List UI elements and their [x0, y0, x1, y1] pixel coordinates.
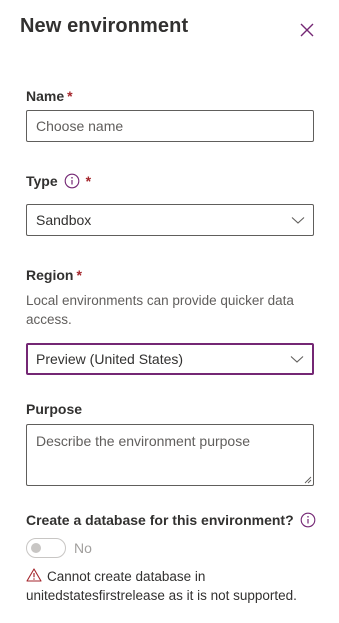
warning-icon: [26, 568, 42, 582]
region-required-mark: *: [76, 267, 82, 283]
name-label: Name *: [26, 88, 73, 104]
close-icon: [300, 23, 314, 37]
database-label-text: Create a database for this environment?: [26, 512, 294, 528]
type-label-text: Type: [26, 173, 58, 189]
chevron-down-icon: [290, 356, 304, 363]
name-required-mark: *: [67, 88, 73, 104]
close-button[interactable]: [296, 19, 318, 41]
purpose-textarea[interactable]: Describe the environment purpose: [26, 424, 314, 486]
type-required-mark: *: [85, 173, 92, 189]
info-icon[interactable]: [64, 173, 80, 189]
panel-title: New environment: [20, 15, 189, 37]
purpose-placeholder: Describe the environment purpose: [36, 433, 251, 449]
name-input[interactable]: Choose name: [26, 110, 314, 142]
region-label-text: Region: [26, 267, 74, 283]
new-environment-panel: New environment Name * Choose name Type *…: [0, 0, 339, 623]
region-dropdown[interactable]: Preview (United States): [26, 343, 314, 375]
purpose-label-text: Purpose: [26, 401, 83, 417]
database-warning: Cannot create database in unitedstatesfi…: [26, 567, 321, 605]
type-label: Type *: [26, 173, 91, 189]
type-selected-value: Sandbox: [36, 212, 92, 228]
chevron-down-icon: [291, 217, 305, 224]
database-warning-text: Cannot create database in unitedstatesfi…: [26, 569, 297, 603]
region-label: Region *: [26, 267, 82, 283]
database-label: Create a database for this environment?: [26, 512, 316, 528]
resize-grip-icon[interactable]: [304, 476, 312, 484]
region-helper-text: Local environments can provide quicker d…: [26, 293, 294, 327]
database-toggle-state: No: [74, 540, 92, 556]
region-selected-value: Preview (United States): [36, 351, 184, 367]
database-toggle[interactable]: [26, 538, 66, 558]
type-dropdown[interactable]: Sandbox: [26, 204, 314, 236]
info-icon[interactable]: [300, 512, 316, 528]
purpose-label: Purpose: [26, 401, 82, 417]
name-label-text: Name: [26, 88, 65, 104]
name-input-placeholder: Choose name: [36, 118, 124, 134]
toggle-knob: [31, 543, 41, 553]
